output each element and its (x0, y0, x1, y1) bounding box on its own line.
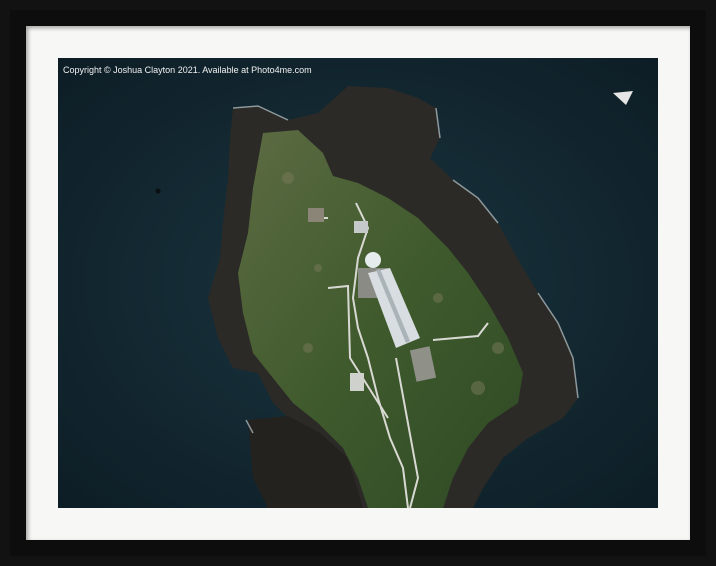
small-hut (350, 373, 364, 391)
lighthouse-tower (365, 252, 381, 268)
helipad (308, 208, 324, 222)
outbuilding-north (354, 221, 368, 233)
aerial-photo: Copyright © Joshua Clayton 2021. Availab… (58, 58, 658, 508)
buoy (155, 188, 161, 194)
island-illustration (58, 58, 658, 508)
copyright-watermark: Copyright © Joshua Clayton 2021. Availab… (63, 65, 312, 75)
